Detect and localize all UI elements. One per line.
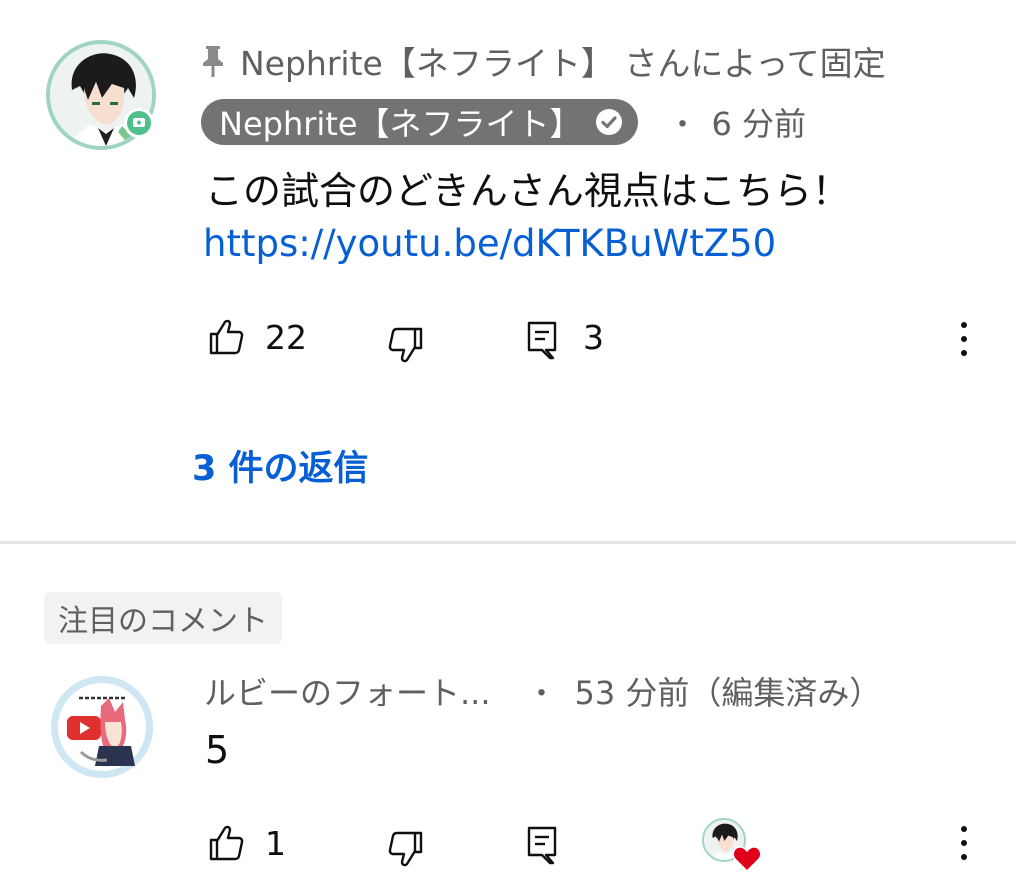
thumbs-up-icon[interactable] — [208, 318, 244, 356]
author-avatar[interactable] — [51, 676, 153, 778]
thumbs-down-icon[interactable] — [388, 830, 424, 868]
pinned-label: Nephrite【ネフライト】 さんによって固定 — [240, 44, 886, 83]
author-name: Nephrite【ネフライト】 — [219, 105, 582, 143]
author-name-chip[interactable]: Nephrite【ネフライト】 — [201, 99, 638, 145]
meta-separator: ・ — [526, 677, 557, 712]
comment-text: 5 — [205, 728, 230, 772]
comment-header: Nephrite【ネフライト】 ・ 6 分前 — [201, 98, 806, 146]
member-badge-icon — [124, 108, 154, 138]
creator-heart-badge — [702, 818, 762, 872]
more-vertical-icon[interactable] — [960, 322, 968, 356]
highlighted-comment-badge: 注目のコメント — [44, 592, 282, 644]
creator-heart-icon — [732, 846, 762, 872]
reply-count: 3 — [583, 318, 604, 357]
author-name[interactable]: ルビーのフォート... — [204, 668, 491, 714]
comment-timestamp: 6 分前 — [711, 105, 807, 143]
more-vertical-icon[interactable] — [960, 826, 968, 860]
reply-comment-icon[interactable] — [526, 825, 558, 865]
pin-icon — [203, 46, 223, 77]
comment-link[interactable]: https://youtu.be/dKTKBuWtZ50 — [203, 222, 776, 265]
verified-check-icon — [595, 109, 622, 135]
like-count: 22 — [265, 318, 307, 357]
like-count: 1 — [265, 824, 286, 863]
thumbs-up-icon[interactable] — [208, 824, 244, 862]
view-replies-button[interactable]: 3 件の返信 — [192, 440, 369, 491]
meta-separator: ・ — [667, 108, 698, 143]
comment-timestamp: 53 分前（編集済み） — [574, 674, 882, 712]
comment-header: ルビーのフォート... ・ 53 分前（編集済み） — [204, 668, 881, 714]
comment-text: この試合のどきんさん視点はこちら！ — [205, 169, 850, 213]
divider — [0, 541, 1016, 544]
reply-comment-icon[interactable] — [526, 320, 558, 360]
pinned-label-row: Nephrite【ネフライト】 さんによって固定 — [200, 38, 886, 84]
thumbs-down-icon[interactable] — [388, 326, 424, 364]
